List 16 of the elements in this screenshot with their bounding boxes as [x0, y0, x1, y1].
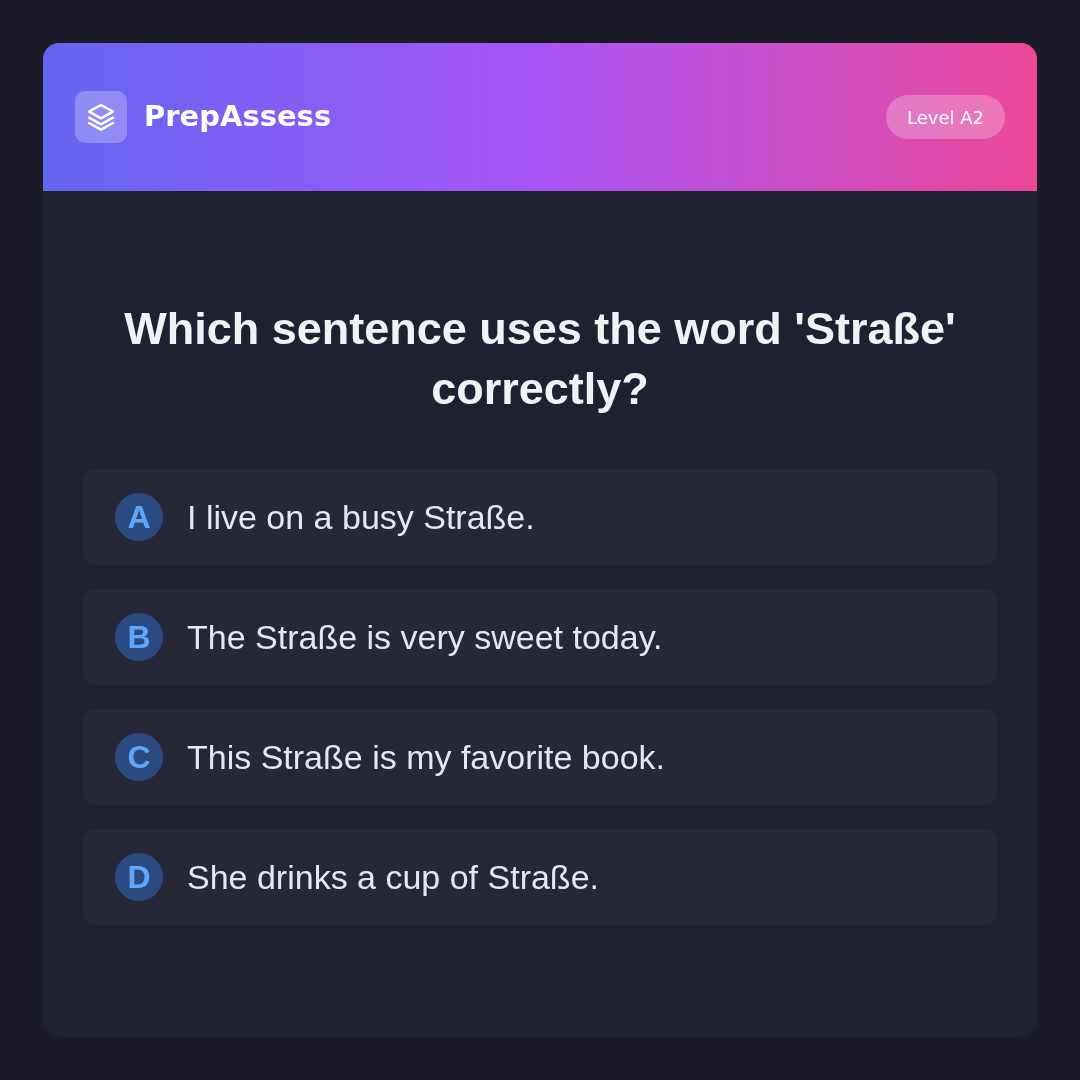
- answer-option[interactable]: A I live on a busy Straße.: [83, 469, 997, 565]
- level-badge: Level A2: [886, 95, 1005, 139]
- answer-option[interactable]: D She drinks a cup of Straße.: [83, 829, 997, 925]
- answer-option[interactable]: C This Straße is my favorite book.: [83, 709, 997, 805]
- option-text: This Straße is my favorite book.: [187, 736, 666, 778]
- option-letter: B: [115, 613, 163, 661]
- option-text: I live on a busy Straße.: [187, 496, 535, 538]
- option-letter: D: [115, 853, 163, 901]
- option-letter: A: [115, 493, 163, 541]
- layers-icon: [75, 91, 127, 143]
- brand-name: PrepAssess: [144, 98, 332, 136]
- question-text: Which sentence uses the word 'Straße' correctly?: [123, 302, 957, 416]
- option-letter: C: [115, 733, 163, 781]
- option-text: The Straße is very sweet today.: [187, 616, 663, 658]
- option-text: She drinks a cup of Straße.: [187, 856, 599, 898]
- answer-option[interactable]: B The Straße is very sweet today.: [83, 589, 997, 685]
